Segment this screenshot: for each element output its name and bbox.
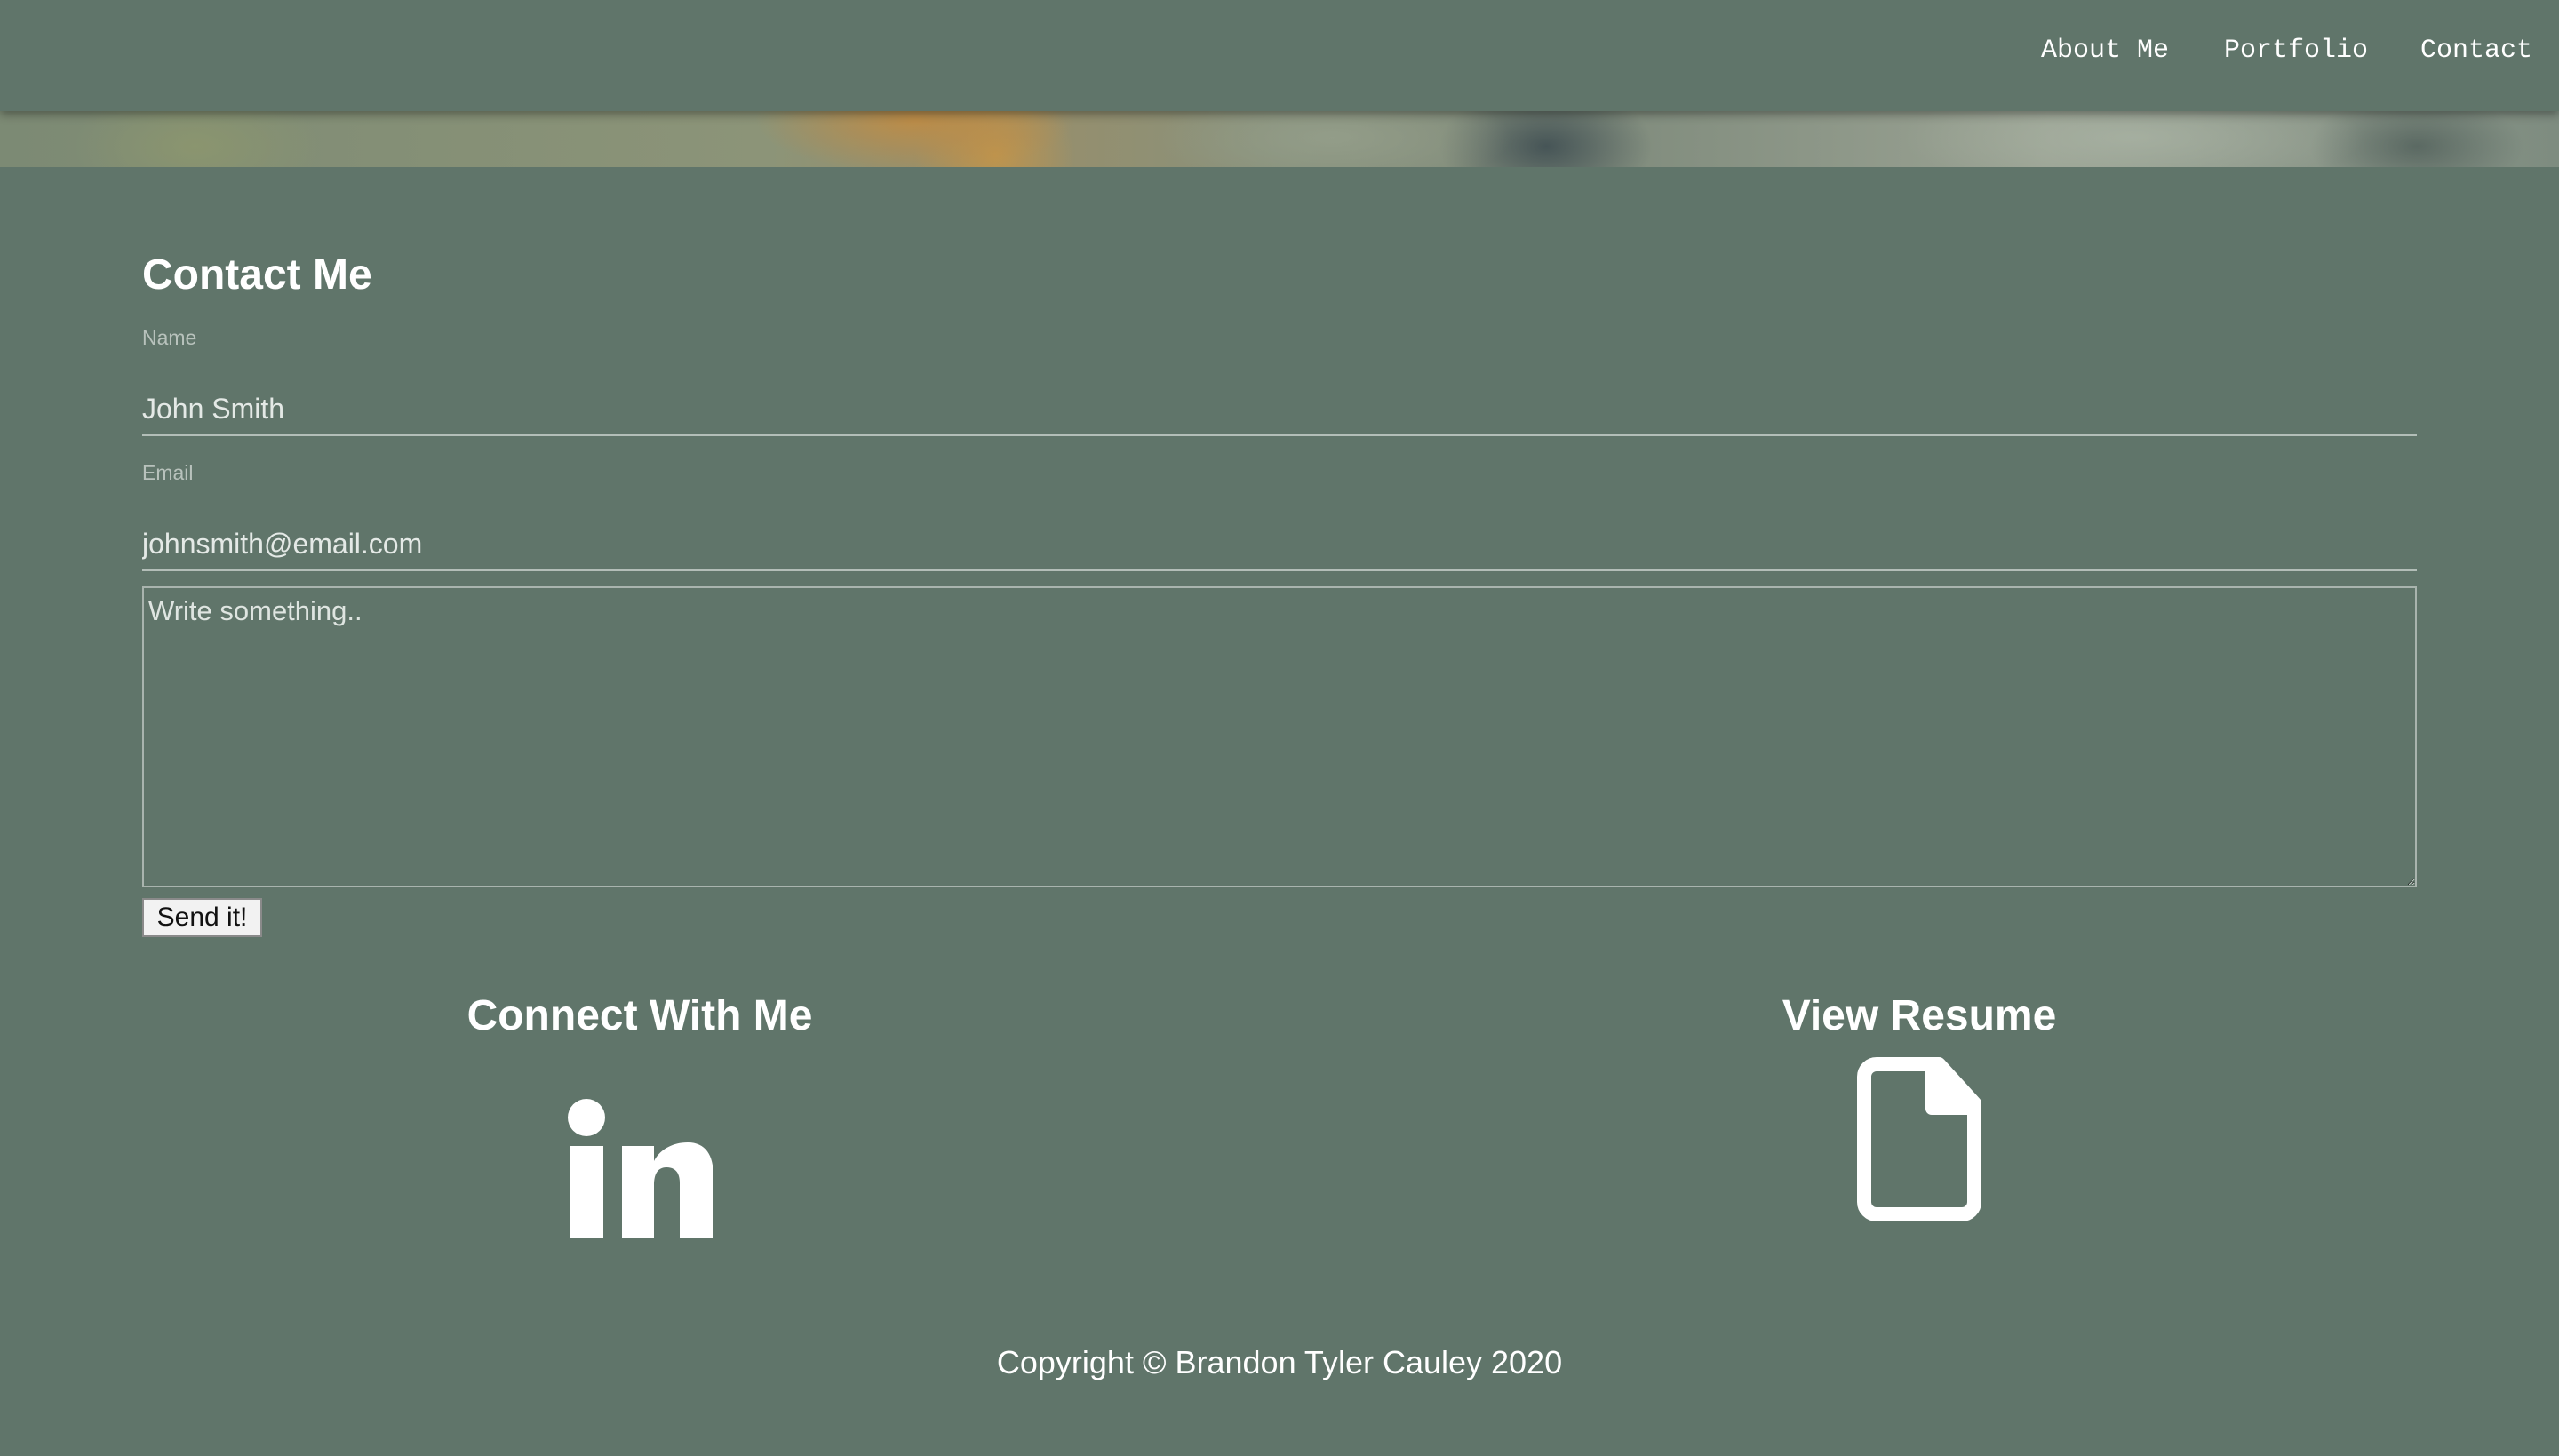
nav-link-contact[interactable]: Contact bbox=[2420, 36, 2532, 66]
send-button[interactable]: Send it! bbox=[142, 898, 262, 937]
copyright-text: Copyright © Brandon Tyler Cauley 2020 bbox=[996, 1344, 1563, 1380]
message-textarea[interactable] bbox=[142, 586, 2417, 887]
nav-link-about-me[interactable]: About Me bbox=[2041, 36, 2169, 66]
hero-image-strip bbox=[0, 111, 2559, 167]
name-input[interactable] bbox=[142, 383, 2417, 436]
name-label: Name bbox=[142, 326, 197, 349]
linkedin-icon[interactable] bbox=[567, 1094, 713, 1241]
file-icon[interactable] bbox=[1857, 1057, 1981, 1221]
contact-title: Contact Me bbox=[142, 251, 372, 298]
connect-heading: Connect With Me bbox=[466, 992, 813, 1039]
nav-link-portfolio[interactable]: Portfolio bbox=[2224, 36, 2368, 66]
email-input[interactable] bbox=[142, 518, 2417, 571]
email-label: Email bbox=[142, 461, 194, 484]
top-navbar: About Me Portfolio Contact bbox=[0, 0, 2559, 111]
resume-heading: View Resume bbox=[1782, 992, 2057, 1039]
